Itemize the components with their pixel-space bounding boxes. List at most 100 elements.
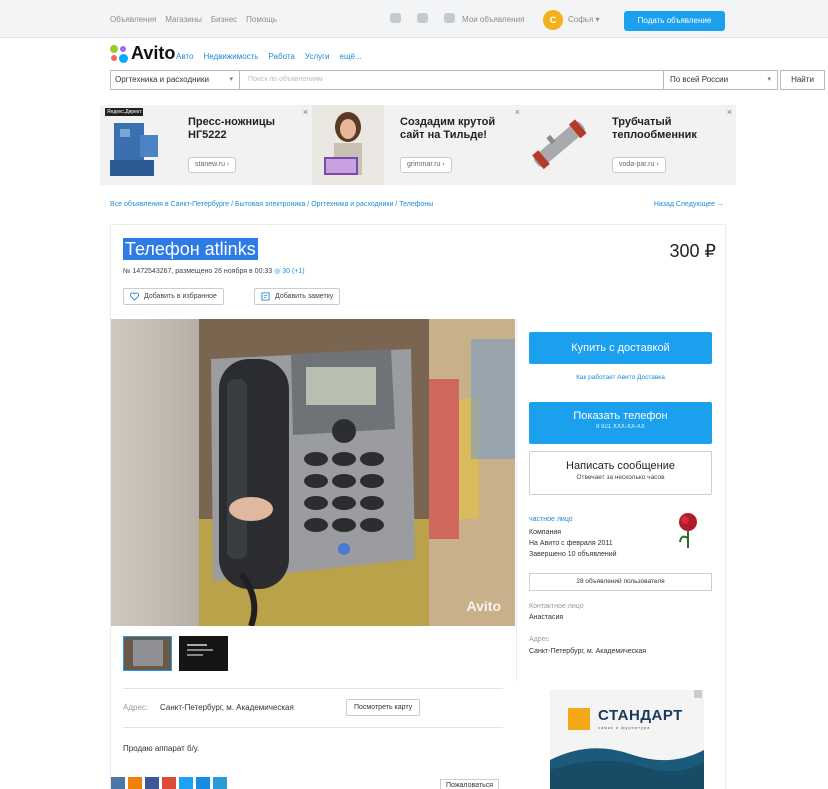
response-time: Отвечает за несколько часов <box>576 474 665 481</box>
ok-icon[interactable] <box>128 777 142 789</box>
seller-info-line: Компания <box>529 529 562 536</box>
close-icon[interactable] <box>694 690 702 698</box>
buy-with-delivery-button[interactable]: Купить с доставкой <box>529 332 712 364</box>
seller-type-link[interactable]: частное лицо <box>529 516 573 523</box>
username: Софья <box>568 15 594 24</box>
standart-logo-icon <box>568 708 590 730</box>
item-meta: № 1472543267, размещено 26 ноября в 00:3… <box>123 267 305 275</box>
ad-link[interactable]: grimmar.ru › <box>400 157 452 173</box>
press-machine-image <box>100 105 172 185</box>
top-icons <box>390 13 455 23</box>
page: Объявления Магазины Бизнес Помощь Мои об… <box>0 0 828 789</box>
user-ads-button[interactable]: 28 объявлений пользователя <box>529 573 712 591</box>
add-note-label: Добавить заметку <box>275 293 334 300</box>
google-plus-icon[interactable] <box>162 777 176 789</box>
contact-label: Контактное лицо <box>529 603 584 610</box>
category-jobs[interactable]: Работа <box>268 52 294 61</box>
twitter-icon[interactable] <box>179 777 193 789</box>
category-more[interactable]: ещё... <box>340 52 362 61</box>
avatar[interactable]: С <box>543 10 563 30</box>
address-label: Адрес: <box>123 703 149 712</box>
ad-title[interactable]: Пресс-ножницы НГ5222 <box>188 116 308 142</box>
seller-info: Компания На Авито с февраля 2011 Заверше… <box>529 527 617 560</box>
add-note-button[interactable]: Добавить заметку <box>254 288 341 305</box>
mailru-icon[interactable] <box>196 777 210 789</box>
thumbnail[interactable] <box>123 636 172 671</box>
item-meta-text: № 1472543267, размещено 26 ноября в 00:3… <box>123 268 273 275</box>
phone-masked: 8 921 XXX-XX-XX <box>596 424 645 430</box>
search-input[interactable]: Поиск по объявлениям <box>239 70 664 90</box>
vk-icon[interactable] <box>111 777 125 789</box>
write-message-label: Написать сообщение <box>566 460 675 472</box>
breadcrumb[interactable]: Все объявления в Санкт-Петербурге / Быто… <box>110 201 433 208</box>
category-services[interactable]: Услуги <box>305 52 330 61</box>
post-ad-button[interactable]: Подать объявление <box>624 11 725 31</box>
contact-name: Анастасия <box>529 614 564 621</box>
delivery-info-link[interactable]: Как работает Авито Доставка <box>529 374 712 381</box>
add-favorite-label: Добавить в избранное <box>144 293 217 300</box>
telephone-image <box>111 319 515 626</box>
ad-link[interactable]: voda-par.ru › <box>612 157 666 173</box>
ad-item[interactable]: Трубчатый теплообменник voda-par.ru › × <box>524 105 736 185</box>
seller-info-line: На Авито с февраля 2011 <box>529 540 613 547</box>
user-menu[interactable]: Софья ▾ <box>568 15 600 24</box>
views-count: ◎ 30 (+1) <box>274 268 305 275</box>
write-message-button[interactable]: Написать сообщение Отвечает за несколько… <box>529 451 712 495</box>
heat-exchanger-image <box>524 105 596 185</box>
bell-icon[interactable] <box>417 13 428 23</box>
category-nav: Авто Недвижимость Работа Услуги ещё... <box>176 52 362 61</box>
ad-title[interactable]: Создадим крутой сайт на Тильде! <box>400 116 520 142</box>
sidebar-address-label: Адрес <box>529 636 550 643</box>
category-auto[interactable]: Авто <box>176 52 193 61</box>
facebook-icon[interactable] <box>145 777 159 789</box>
view-map-button[interactable]: Посмотреть карту <box>346 699 421 716</box>
top-nav-ads[interactable]: Объявления <box>110 15 156 24</box>
category-select-value: Оргтехника и расходники <box>115 75 209 84</box>
divider <box>123 727 503 728</box>
find-button[interactable]: Найти <box>780 70 825 90</box>
banner-wave <box>550 748 704 789</box>
close-icon[interactable]: × <box>515 107 520 117</box>
ad-item[interactable]: Яндекс.Директ Пресс-ножницы НГ5222 stane… <box>100 105 312 185</box>
category-select[interactable]: Оргтехника и расходники ▾ <box>110 70 240 90</box>
ad-link[interactable]: stanew.ru › <box>188 157 237 173</box>
item-price: 300 ₽ <box>669 241 717 261</box>
complain-button[interactable]: Пожаловаться <box>440 779 500 789</box>
show-phone-button[interactable]: Показать телефон 8 921 XXX-XX-XX <box>529 402 712 444</box>
item-description: Продаю аппарат б/у. <box>123 744 200 753</box>
woman-laptop-image <box>312 105 384 185</box>
thumbnail[interactable] <box>179 636 228 671</box>
show-phone-label: Показать телефон <box>573 410 668 422</box>
my-ads-link[interactable]: Мои объявления <box>462 15 524 24</box>
item-photo[interactable]: Avito <box>111 319 515 626</box>
top-nav-shops[interactable]: Магазины <box>165 15 202 24</box>
address-value: Санкт-Петербург, м. Академическая <box>160 703 294 712</box>
close-icon[interactable]: × <box>303 107 308 117</box>
top-nav-business[interactable]: Бизнес <box>211 15 237 24</box>
chat-icon[interactable] <box>444 13 455 23</box>
prev-next-links[interactable]: Назад Следующее → <box>654 201 724 208</box>
region-select-value: По всей России <box>670 75 729 84</box>
region-select[interactable]: По всей России ▾ <box>663 70 778 90</box>
category-realty[interactable]: Недвижимость <box>203 52 258 61</box>
top-nav-help[interactable]: Помощь <box>246 15 277 24</box>
share-buttons <box>111 777 227 789</box>
sidebar-address-value: Санкт-Петербург, м. Академическая <box>529 648 647 655</box>
ads-strip: Яндекс.Директ Пресс-ножницы НГ5222 stane… <box>100 105 736 185</box>
heart-icon[interactable] <box>390 13 401 23</box>
banner-ad[interactable]: СТАНДАРТ замки и фурнитура <box>550 690 704 789</box>
close-icon[interactable]: × <box>727 107 732 117</box>
ad-title[interactable]: Трубчатый теплообменник <box>612 116 732 142</box>
livejournal-icon[interactable] <box>213 777 227 789</box>
banner-subtitle: замки и фурнитура <box>598 725 651 730</box>
photo-watermark: Avito <box>466 598 501 614</box>
chevron-down-icon: ▾ <box>229 76 233 83</box>
add-favorite-button[interactable]: Добавить в избранное <box>123 288 224 305</box>
avito-logo[interactable]: Avito <box>110 43 175 64</box>
top-nav: Объявления Магазины Бизнес Помощь <box>110 15 277 24</box>
banner-title: СТАНДАРТ <box>598 707 683 724</box>
seller-info-line: Завершено 10 объявлений <box>529 551 617 558</box>
seller-avatar[interactable] <box>675 512 701 550</box>
note-icon <box>261 292 270 301</box>
ad-item[interactable]: Создадим крутой сайт на Тильде! grimmar.… <box>312 105 524 185</box>
